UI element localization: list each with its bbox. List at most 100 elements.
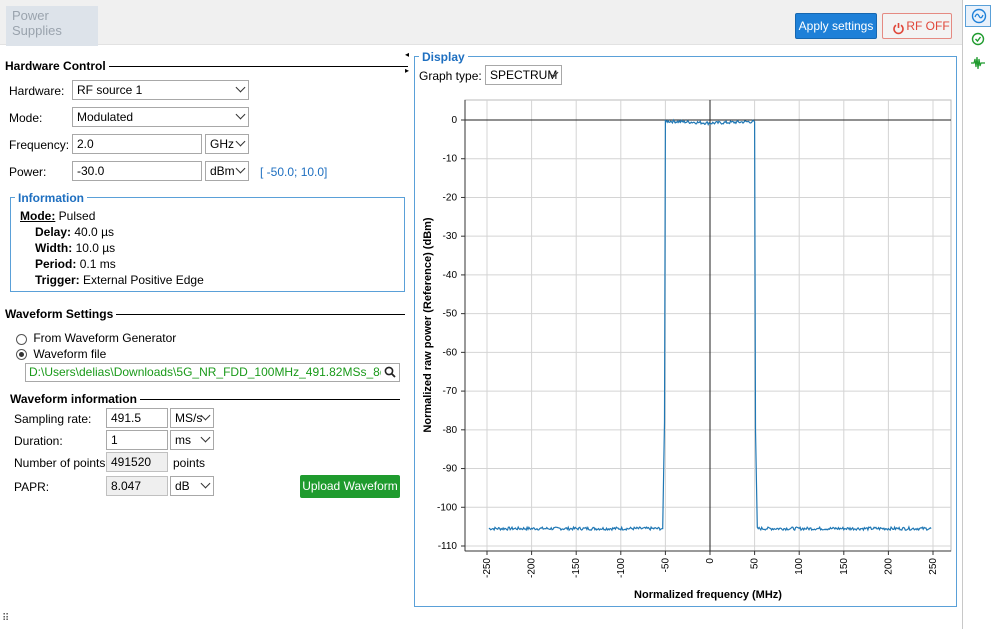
papr-unit-value: dB bbox=[175, 479, 190, 493]
rf-off-button[interactable]: RF OFF bbox=[882, 13, 952, 39]
info-delay-key: Delay: bbox=[35, 225, 72, 239]
x-tick-labels: -250 -200 -150 -100 -50 0 50 100 150 200 250 bbox=[482, 558, 939, 578]
papr-unit-select[interactable]: dB bbox=[170, 476, 214, 496]
radio-file-label: Waveform file bbox=[33, 347, 107, 361]
mode-select-value: Modulated bbox=[77, 110, 134, 124]
points-value: 491520 bbox=[106, 452, 168, 472]
x-tick-label: -150 bbox=[571, 558, 582, 578]
y-tick-label: -100 bbox=[437, 502, 457, 513]
y-tick-label: -30 bbox=[443, 231, 458, 242]
points-unit: points bbox=[173, 456, 206, 470]
points-label: Number of points: bbox=[14, 456, 109, 470]
hardware-select-value: RF source 1 bbox=[77, 83, 143, 97]
info-trigger-value: External Positive Edge bbox=[83, 273, 204, 287]
signal-wave-icon bbox=[970, 55, 986, 74]
frequency-unit-select[interactable]: GHz bbox=[205, 134, 249, 154]
y-tick-label: -40 bbox=[443, 270, 458, 281]
sampling-unit-value: MS/s bbox=[175, 411, 203, 425]
information-title: Information bbox=[15, 191, 87, 205]
x-tick-label: -50 bbox=[660, 558, 671, 573]
frequency-unit-value: GHz bbox=[210, 137, 234, 151]
chevron-down-icon bbox=[200, 478, 211, 489]
duration-label: Duration: bbox=[14, 434, 63, 448]
sampling-unit-select[interactable]: MS/s bbox=[170, 408, 214, 428]
upload-waveform-button[interactable]: Upload Waveform bbox=[300, 475, 400, 498]
mode-select[interactable]: Modulated bbox=[72, 107, 249, 127]
browse-file-button[interactable] bbox=[381, 364, 399, 381]
x-tick-label: 0 bbox=[705, 558, 716, 564]
plot-area bbox=[464, 99, 952, 552]
info-delay-value: 40.0 µs bbox=[74, 225, 114, 239]
x-tick-label: -200 bbox=[527, 558, 538, 578]
info-trigger-row: Trigger: External Positive Edge bbox=[35, 273, 204, 287]
radio-file-circle[interactable] bbox=[16, 349, 27, 361]
frequency-label: Frequency: bbox=[9, 138, 70, 152]
info-period-row: Period: 0.1 ms bbox=[35, 257, 116, 271]
power-unit-select[interactable]: dBm bbox=[205, 161, 249, 181]
x-tick-label: 200 bbox=[883, 558, 894, 575]
info-width-value: 10.0 µs bbox=[75, 241, 116, 255]
sampling-rate-input[interactable]: 491.5 bbox=[106, 408, 168, 428]
power-input[interactable]: -30.0 bbox=[72, 161, 202, 181]
hardware-select[interactable]: RF source 1 bbox=[72, 80, 249, 100]
duration-unit-value: ms bbox=[175, 433, 191, 447]
sidebar-tab-gauge[interactable] bbox=[965, 30, 991, 52]
x-tick-label: 50 bbox=[750, 558, 761, 570]
display-title: Display bbox=[419, 50, 468, 64]
x-axis-label: Normalized frequency (MHz) bbox=[634, 589, 782, 601]
radio-from-generator[interactable]: From Waveform Generator bbox=[16, 331, 177, 346]
chevron-down-icon bbox=[200, 432, 211, 443]
chevron-down-icon bbox=[235, 136, 246, 147]
radio-generator-label: From Waveform Generator bbox=[33, 331, 177, 345]
x-tick-label: 250 bbox=[928, 558, 939, 575]
background-window-title: Power Supplies bbox=[6, 6, 98, 46]
papr-value: 8.047 bbox=[106, 476, 168, 496]
right-sidebar bbox=[962, 0, 993, 629]
power-range: [ -50.0; 10.0] bbox=[260, 165, 328, 179]
waveform-file-path-input[interactable]: D:\Users\delias\Downloads\5G_NR_FDD_100M… bbox=[25, 363, 400, 382]
graph-type-value: SPECTRUM bbox=[490, 68, 558, 82]
waveform-settings-title: Waveform Settings bbox=[5, 307, 117, 321]
info-mode-row: Mode: Pulsed bbox=[20, 209, 95, 223]
duration-input[interactable]: 1 bbox=[106, 430, 168, 450]
y-tick-label: -20 bbox=[443, 192, 458, 203]
y-axis-label: Normalized raw power (Reference) (dBm) bbox=[422, 217, 434, 432]
y-tick-label: 0 bbox=[451, 115, 457, 126]
y-tick-label: -50 bbox=[443, 309, 458, 320]
chevron-down-icon bbox=[235, 163, 246, 174]
y-tick-label: -10 bbox=[443, 154, 458, 165]
spectrum-chart[interactable]: 0 -10 -20 -30 -40 -50 -60 -70 -80 -90 -100 -110 -25… bbox=[415, 90, 956, 606]
frequency-input[interactable]: 2.0 bbox=[72, 134, 202, 154]
search-icon bbox=[384, 366, 396, 381]
waveform-circle-icon bbox=[971, 8, 987, 27]
power-label: Power: bbox=[9, 165, 47, 179]
info-period-value: 0.1 ms bbox=[79, 257, 116, 271]
info-width-row: Width: 10.0 µs bbox=[35, 241, 115, 255]
y-tick-label: -60 bbox=[443, 347, 458, 358]
mode-label: Mode: bbox=[9, 111, 43, 125]
info-period-key: Period: bbox=[35, 257, 77, 271]
x-tick-label: 100 bbox=[794, 558, 805, 575]
y-tick-labels: 0 -10 -20 -30 -40 -50 -60 -70 -80 -90 -100 -110 bbox=[437, 115, 457, 552]
y-tick-label: -90 bbox=[443, 464, 458, 475]
info-mode-key: Mode: bbox=[20, 209, 56, 223]
info-trigger-key: Trigger: bbox=[35, 273, 80, 287]
power-icon bbox=[892, 19, 905, 43]
apply-settings-button[interactable]: Apply settings bbox=[795, 13, 877, 39]
chevron-down-icon bbox=[235, 109, 246, 120]
sidebar-tab-waveform[interactable] bbox=[965, 5, 991, 27]
resize-grip-icon[interactable]: ⠿ bbox=[2, 614, 9, 624]
duration-unit-select[interactable]: ms bbox=[170, 430, 214, 450]
y-tick-label: -80 bbox=[443, 425, 458, 436]
y-tick-label: -70 bbox=[443, 386, 458, 397]
x-tick-label: -250 bbox=[482, 558, 493, 578]
sidebar-tab-signal[interactable] bbox=[965, 53, 991, 75]
power-unit-value: dBm bbox=[210, 164, 235, 178]
graph-type-label: Graph type: bbox=[419, 69, 482, 83]
y-tick-label: -110 bbox=[438, 541, 458, 552]
gauge-icon bbox=[971, 32, 985, 49]
info-mode-value: Pulsed bbox=[58, 209, 96, 223]
graph-type-select[interactable]: SPECTRUM bbox=[485, 65, 562, 85]
radio-generator-circle[interactable] bbox=[16, 334, 27, 346]
radio-waveform-file[interactable]: Waveform file bbox=[16, 347, 106, 361]
